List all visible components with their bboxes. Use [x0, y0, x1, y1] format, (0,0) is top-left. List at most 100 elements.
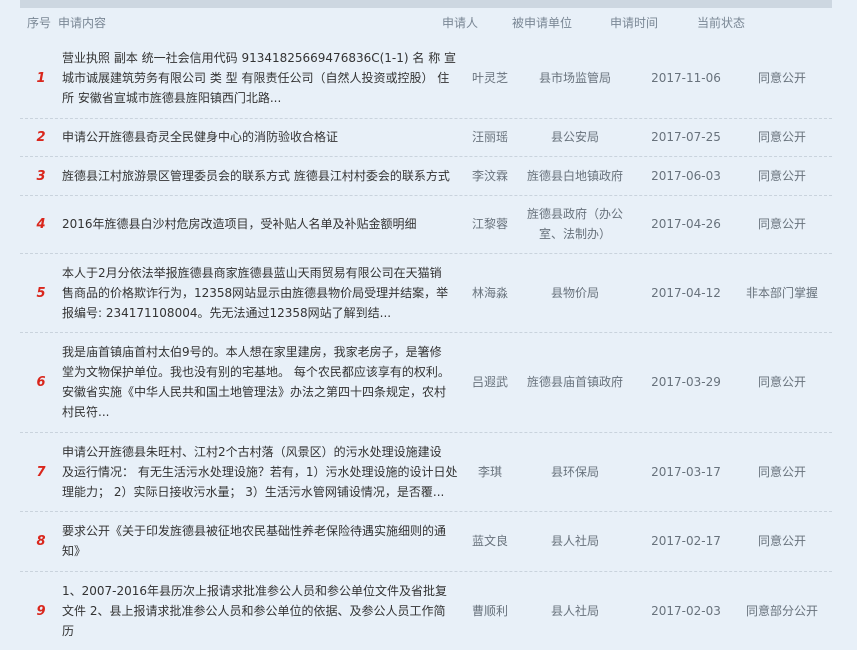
row-content-line: 及运行情况： 有无生活污水处理设施？若有，1）污水处理设施的设计日处 — [62, 465, 458, 479]
row-unit: 县物价局 — [520, 283, 630, 303]
row-content-line: 城市诚展建筑劳务有限公司 类 型 有限责任公司（自然人投资或控股） 住 — [62, 71, 450, 85]
row-status: 同意部分公开 — [745, 604, 818, 618]
row-status: 同意公开 — [757, 217, 806, 231]
row-unit: 县公安局 — [520, 127, 630, 147]
row-unit-line: 县人社局 — [550, 534, 599, 548]
row-unit: 县人社局 — [520, 601, 630, 621]
row-unit: 县环保局 — [520, 462, 630, 482]
row-number: 3 — [36, 169, 46, 184]
row-content-link[interactable]: 2016年旌德县白沙村危房改造项目，受补贴人名单及补贴金额明细 — [62, 214, 452, 234]
row-date: 2017-03-29 — [651, 375, 721, 389]
row-number: 6 — [36, 375, 46, 390]
table-row[interactable]: 1 营业执照 副本 统一社会信用代码 91341825669476836C(1-1… — [20, 37, 832, 119]
row-date: 2017-04-26 — [651, 217, 721, 231]
row-applicant: 汪丽瑶 — [471, 130, 508, 144]
table-row[interactable]: 8 要求公开《关于印发旌德县被征地农民基础性养老保险待遇实施细则的通 知》 蓝文良 县人… — [20, 511, 832, 572]
row-unit-line: 室、法制办） — [538, 227, 611, 241]
row-content-line: 2016年旌德县白沙村危房改造项目，受补贴人名单及补贴金额明细 — [62, 217, 417, 231]
row-content-link[interactable]: 旌德县江村旅游景区管理委员会的联系方式 旌德县江村村委会的联系方式 — [62, 166, 452, 186]
row-content-link[interactable]: 申请公开旌德县奇灵全民健身中心的消防验收合格证 — [62, 127, 452, 147]
table-row[interactable]: 3 旌德县江村旅游景区管理委员会的联系方式 旌德县江村村委会的联系方式 李汶霖 旌德县… — [20, 156, 832, 196]
row-applicant: 叶灵芝 — [471, 71, 508, 85]
row-unit: 县市场监管局 — [520, 68, 630, 88]
row-date: 2017-06-03 — [651, 169, 721, 183]
row-content-line: 报编号: 234171108004。先无法通过12358网站了解到结... — [62, 306, 392, 320]
row-content-line: 申请公开旌德县朱旺村、江村2个古村落（风景区）的污水处理设施建设 — [62, 445, 442, 459]
row-applicant: 李汶霖 — [471, 169, 508, 183]
row-content-line: 知》 — [62, 544, 87, 558]
table-row[interactable]: 4 2016年旌德县白沙村危房改造项目，受补贴人名单及补贴金额明细 江黎蓉 旌德县政府… — [20, 195, 832, 254]
row-content-link[interactable]: 要求公开《关于印发旌德县被征地农民基础性养老保险待遇实施细则的通 知》 — [62, 521, 452, 561]
row-content-line: 营业执照 副本 统一社会信用代码 91341825669476836C(1-1)… — [62, 51, 457, 65]
table-header: 序号 申请内容 申请人 被申请单位 申请时间 当前状态 — [20, 0, 832, 35]
header-applicant: 申请人 — [442, 16, 479, 30]
row-status: 同意公开 — [757, 465, 806, 479]
row-content-link[interactable]: 营业执照 副本 统一社会信用代码 91341825669476836C(1-1)… — [62, 48, 457, 108]
application-list-page: 序号 申请内容 申请人 被申请单位 申请时间 当前状态 1 营业执照 副本 统一社… — [0, 0, 857, 650]
table-row[interactable]: 9 1、2007-2016年县历次上报请求批准参公人员和参公单位文件及省批复 文件 … — [20, 571, 832, 650]
row-number: 7 — [36, 465, 46, 480]
row-status: 同意公开 — [757, 71, 806, 85]
row-content-line: 申请公开旌德县奇灵全民健身中心的消防验收合格证 — [62, 130, 339, 144]
row-date: 2017-11-06 — [651, 71, 721, 85]
row-date: 2017-03-17 — [651, 465, 721, 479]
row-unit-line: 旌德县政府（办公 — [526, 207, 623, 221]
row-content-link[interactable]: 本人于2月分依法举报旌德县商家旌德县蓝山天雨贸易有限公司在天猫销 售商品的价格欺诈… — [62, 263, 452, 323]
table-row[interactable]: 5 本人于2月分依法举报旌德县商家旌德县蓝山天雨贸易有限公司在天猫销 售商品的价格欺… — [20, 253, 832, 333]
row-applicant: 江黎蓉 — [471, 217, 508, 231]
row-content-line: 堂为文物保护单位。我也没有别的宅基地。 每个农民都应该享有的权利。 — [62, 365, 450, 379]
row-applicant: 李琪 — [477, 465, 502, 479]
row-status: 同意公开 — [757, 169, 806, 183]
header-unit: 被申请单位 — [512, 16, 573, 30]
row-applicant: 曹顺利 — [471, 604, 508, 618]
row-unit: 县人社局 — [520, 531, 630, 551]
row-content-line: 村民符... — [62, 405, 110, 419]
row-content-line: 售商品的价格欺诈行为，12358网站显示由旌德县物价局受理并结案，举 — [62, 286, 449, 300]
header-status: 当前状态 — [697, 16, 746, 30]
row-status: 同意公开 — [757, 130, 806, 144]
row-date: 2017-02-03 — [651, 604, 721, 618]
header-time: 申请时间 — [610, 16, 659, 30]
row-content-line: 1、2007-2016年县历次上报请求批准参公人员和参公单位文件及省批复 — [62, 584, 448, 598]
row-content-line: 我是庙首镇庙首村太伯9号的。本人想在家里建房，我家老房子，是箸修 — [62, 345, 442, 359]
row-content-line: 历 — [62, 624, 75, 638]
row-content-link[interactable]: 申请公开旌德县朱旺村、江村2个古村落（风景区）的污水处理设施建设及运行情况： 有… — [62, 442, 458, 502]
row-unit: 旌德县白地镇政府 — [520, 166, 630, 186]
table-row[interactable]: 7 申请公开旌德县朱旺村、江村2个古村落（风景区）的污水处理设施建设及运行情况： … — [20, 432, 832, 512]
row-applicant: 蓝文良 — [471, 534, 508, 548]
row-content-line: 安徽省实施《中华人民共和国土地管理法》办法之第四十四条规定，农村 — [62, 385, 447, 399]
row-date: 2017-04-12 — [651, 286, 721, 300]
row-number: 8 — [36, 534, 46, 549]
row-applicant: 吕遐武 — [471, 375, 508, 389]
row-number: 4 — [36, 217, 46, 232]
row-status: 同意公开 — [757, 375, 806, 389]
table-row[interactable]: 6 我是庙首镇庙首村太伯9号的。本人想在家里建房，我家老房子，是箸修 堂为文物保护单… — [20, 332, 832, 433]
row-unit-line: 旌德县白地镇政府 — [526, 169, 623, 183]
row-content-line: 理能力； 2）实际日接收污水量； 3）生活污水管网铺设情况，是否覆... — [62, 485, 445, 499]
row-applicant: 林海淼 — [471, 286, 508, 300]
row-content-line: 本人于2月分依法举报旌德县商家旌德县蓝山天雨贸易有限公司在天猫销 — [62, 266, 442, 280]
table-row[interactable]: 2 申请公开旌德县奇灵全民健身中心的消防验收合格证 汪丽瑶 县公安局 2017-07-2… — [20, 118, 832, 157]
row-unit-line: 县人社局 — [550, 604, 599, 618]
header-top-bar — [20, 0, 832, 8]
row-number: 5 — [36, 286, 46, 301]
row-unit-line: 县环保局 — [550, 465, 599, 479]
row-content-line: 文件 2、县上报请求批准参公人员和参公单位的依据、及参公人员工作简 — [62, 604, 446, 618]
row-unit: 旌德县庙首镇政府 — [520, 372, 630, 392]
row-unit-line: 县公安局 — [550, 130, 599, 144]
row-content-line: 所 安徽省宣城市旌德县旌阳镇西门北路... — [62, 91, 282, 105]
row-date: 2017-02-17 — [651, 534, 721, 548]
row-content-line: 要求公开《关于印发旌德县被征地农民基础性养老保险待遇实施细则的通 — [62, 524, 447, 538]
row-number: 2 — [36, 130, 46, 145]
row-unit-line: 县市场监管局 — [538, 71, 611, 85]
row-content-link[interactable]: 我是庙首镇庙首村太伯9号的。本人想在家里建房，我家老房子，是箸修 堂为文物保护单位… — [62, 342, 452, 422]
row-content-link[interactable]: 1、2007-2016年县历次上报请求批准参公人员和参公单位文件及省批复 文件 2… — [62, 581, 452, 641]
row-number: 1 — [36, 71, 46, 86]
row-unit-line: 旌德县庙首镇政府 — [526, 375, 623, 389]
row-unit-line: 县物价局 — [550, 286, 599, 300]
row-content-line: 旌德县江村旅游景区管理委员会的联系方式 旌德县江村村委会的联系方式 — [62, 169, 450, 183]
row-status: 同意公开 — [757, 534, 806, 548]
row-date: 2017-07-25 — [651, 130, 721, 144]
row-unit: 旌德县政府（办公 室、法制办） — [520, 204, 630, 244]
header-no: 序号 — [27, 16, 52, 30]
